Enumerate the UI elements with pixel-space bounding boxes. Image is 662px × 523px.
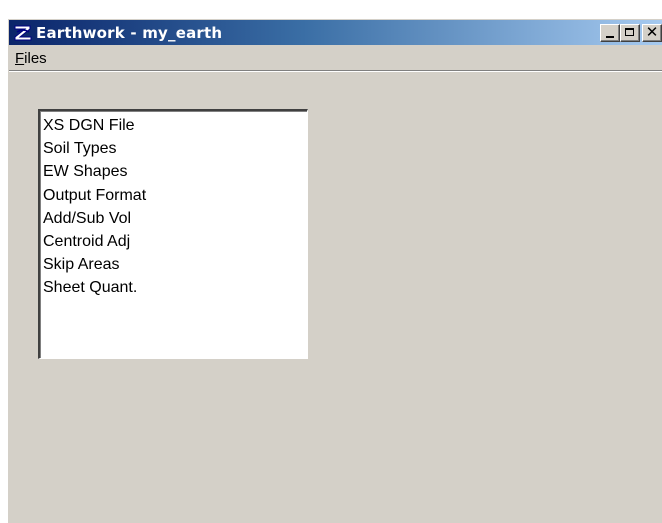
title-bar[interactable]: Earthwork - my_earth ✕ (9, 20, 662, 45)
list-item-skip-areas[interactable]: Skip Areas (40, 253, 307, 276)
minimize-icon (606, 36, 614, 38)
options-listbox[interactable]: XS DGN File Soil Types EW Shapes Output … (38, 109, 308, 359)
minimize-button[interactable] (600, 24, 620, 42)
menu-files[interactable]: Files (9, 50, 53, 67)
list-item-centroid-adj[interactable]: Centroid Adj (40, 230, 307, 253)
maximize-button[interactable] (620, 24, 640, 42)
list-item-add-sub-vol[interactable]: Add/Sub Vol (40, 207, 307, 230)
close-icon: ✕ (645, 23, 659, 41)
list-item-output-format[interactable]: Output Format (40, 184, 307, 207)
earthwork-window: Earthwork - my_earth ✕ Files XS DGN File… (7, 18, 662, 523)
maximize-icon (625, 28, 634, 36)
close-button[interactable]: ✕ (642, 23, 662, 42)
earthwork-logo-icon[interactable] (12, 22, 34, 44)
list-item-ew-shapes[interactable]: EW Shapes (40, 160, 307, 183)
window-controls: ✕ (600, 23, 662, 42)
menu-bar: Files (9, 46, 662, 71)
list-item-soil-types[interactable]: Soil Types (40, 137, 307, 160)
list-item-sheet-quant[interactable]: Sheet Quant. (40, 276, 307, 299)
menu-files-label: iles (24, 49, 47, 67)
menu-files-mnemonic: F (15, 49, 25, 67)
window-title: Earthwork - my_earth (36, 23, 223, 42)
list-item-xs-dgn-file[interactable]: XS DGN File (40, 114, 307, 137)
